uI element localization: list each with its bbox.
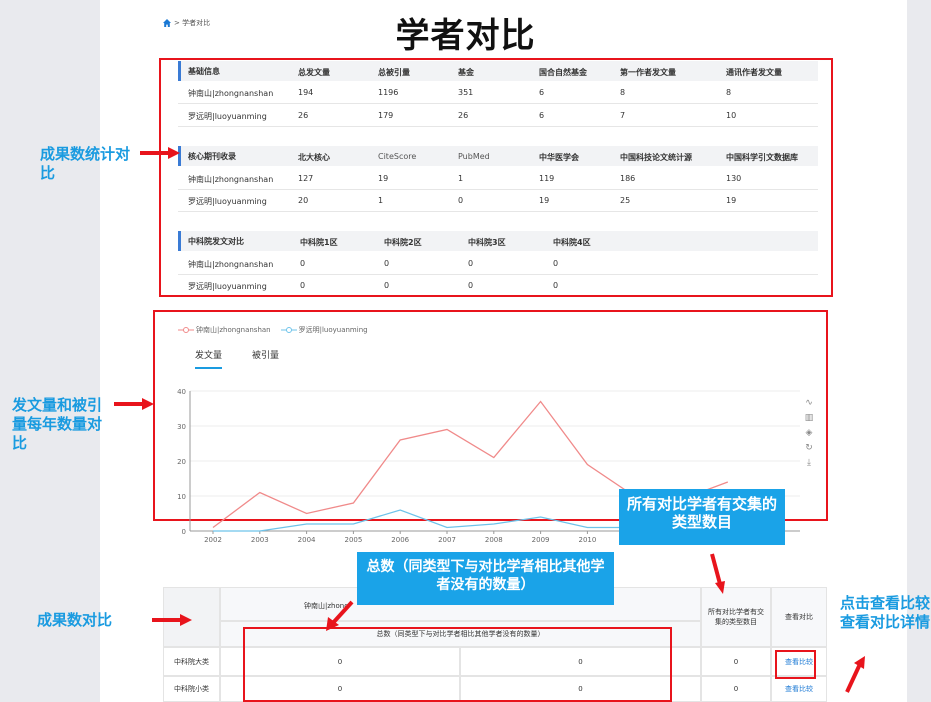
arrow-down-icon (710, 553, 725, 594)
action-highlight-box (775, 650, 816, 679)
total-highlight-box (243, 627, 672, 702)
stack-icon[interactable]: ◈ (804, 428, 814, 439)
x-tick-label: 2002 (204, 536, 222, 544)
y-tick-label: 0 (182, 528, 186, 536)
y-tick-label: 30 (177, 423, 186, 431)
compare-row1-label: 中科院大类 (163, 647, 220, 676)
compare-row2-action-cell: 查看比较 (771, 676, 827, 702)
bar-chart-icon[interactable]: ▥ (804, 413, 814, 424)
compare-row2-label: 中科院小类 (163, 676, 220, 702)
x-tick-label: 2006 (391, 536, 409, 544)
y-tick-label: 20 (177, 458, 186, 466)
chart-toolbox: ∿ ▥ ◈ ↻ ⤓ (804, 398, 814, 469)
annotation-yearly: 发文量和被引量每年数量对比 (12, 396, 103, 452)
compare-intersection-header: 所有对比学者有交集的类型数目 (701, 587, 771, 647)
arrow-right-icon (114, 398, 154, 410)
callout-total: 总数（同类型下与对比学者相比其他学者没有的数量） (357, 552, 614, 605)
x-tick-label: 2009 (532, 536, 550, 544)
compare-action-header: 查看对比 (771, 587, 827, 647)
x-tick-label: 2003 (251, 536, 269, 544)
download-icon[interactable]: ⤓ (804, 458, 814, 469)
view-compare-link[interactable]: 查看比较 (785, 684, 813, 694)
x-tick-label: 2007 (438, 536, 456, 544)
x-tick-label: 2004 (298, 536, 316, 544)
x-tick-label: 2010 (578, 536, 596, 544)
annotation-detail: 点击查看比较查看对比详情 (840, 594, 931, 631)
arrow-up-icon (845, 656, 865, 693)
callout-intersection: 所有对比学者有交集的类型数目 (619, 489, 785, 545)
line-chart-icon[interactable]: ∿ (804, 398, 814, 409)
arrow-right-icon (152, 614, 192, 626)
y-tick-label: 40 (177, 388, 186, 396)
refresh-icon[interactable]: ↻ (804, 443, 814, 454)
x-tick-label: 2008 (485, 536, 503, 544)
compare-row2-inter: 0 (701, 676, 771, 702)
annotation-compare: 成果数对比 (37, 611, 113, 629)
arrow-up-left-icon (326, 600, 354, 631)
x-tick-label: 2005 (344, 536, 362, 544)
line-chart: 0 10 20 30 40 2002 2003 2004 2005 2006 2007 2008 200… (177, 388, 800, 544)
compare-row1-inter: 0 (701, 647, 771, 676)
y-tick-label: 10 (177, 493, 186, 501)
